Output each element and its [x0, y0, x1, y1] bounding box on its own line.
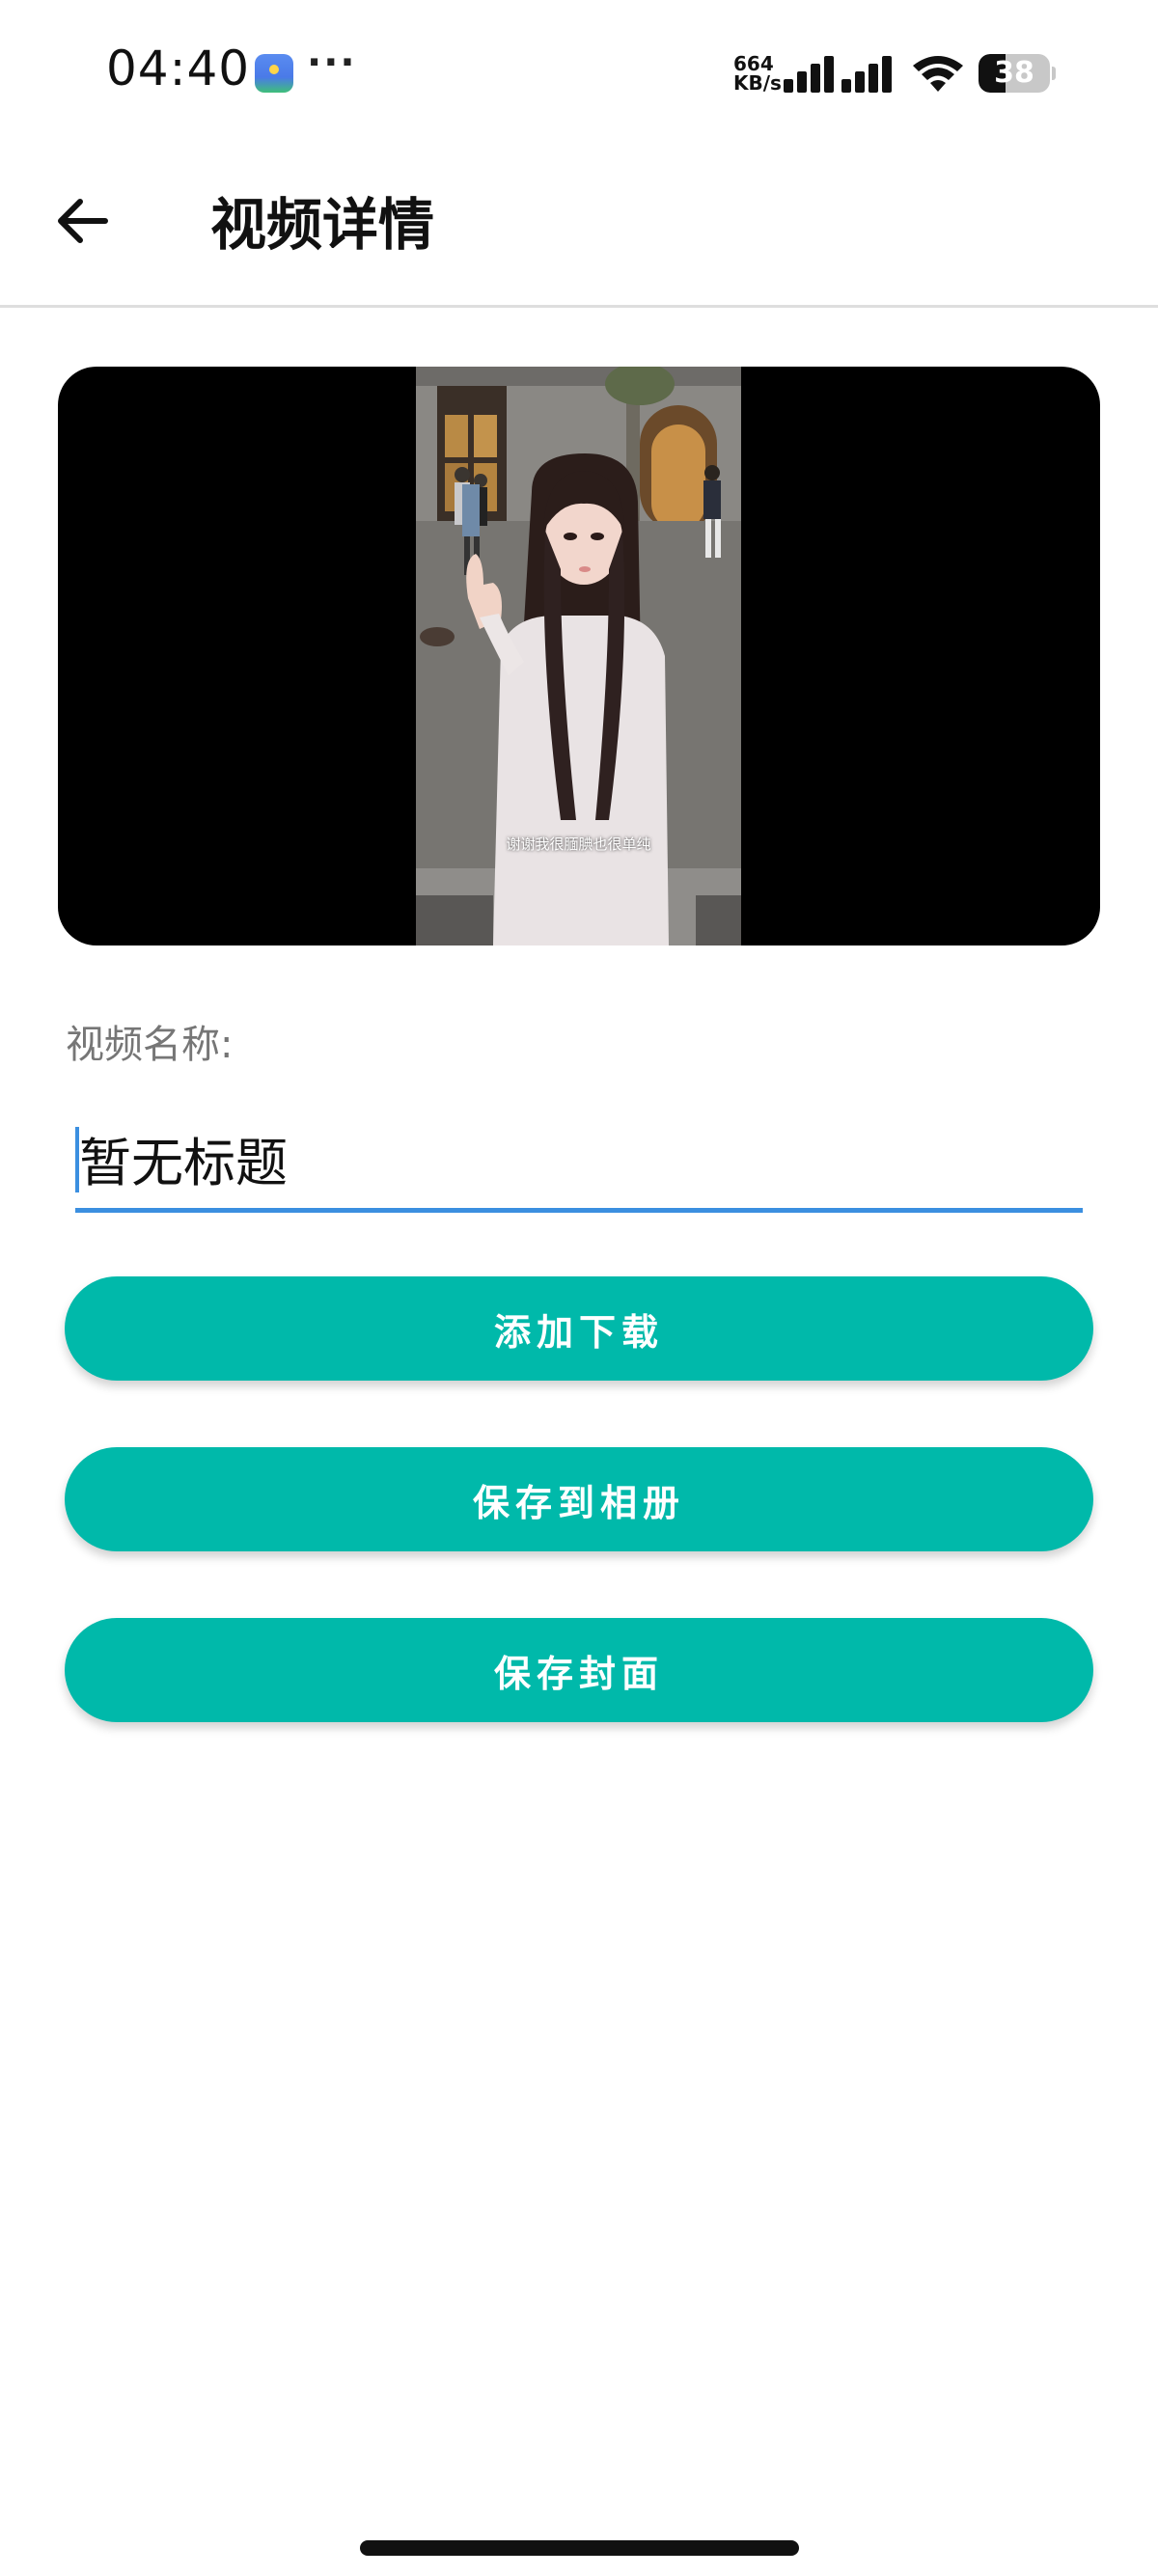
signal-icon — [784, 56, 845, 93]
video-scene-image — [416, 367, 741, 945]
video-subtitle: 谢谢我很腼腆也很单纯 — [506, 836, 651, 853]
video-name-label: 视频名称: — [66, 1023, 234, 1067]
save-cover-button[interactable]: 保存封面 — [65, 1618, 1093, 1722]
video-title-input[interactable] — [79, 1110, 1073, 1206]
arrow-left-icon — [58, 199, 108, 243]
wifi-icon — [913, 56, 963, 92]
more-notifications-icon: ··· — [307, 41, 357, 85]
battery-icon: 38 — [979, 54, 1050, 93]
video-player[interactable]: 谢谢我很腼腆也很单纯 — [58, 367, 1100, 945]
network-speed: 664 KB/s — [733, 54, 782, 93]
app-bar: 视频详情 — [0, 145, 1158, 308]
battery-tip — [1052, 67, 1056, 80]
page-title: 视频详情 — [210, 192, 435, 258]
signal-icon-secondary — [841, 56, 903, 93]
home-indicator[interactable] — [360, 2540, 799, 2556]
network-speed-unit: KB/s — [733, 71, 782, 95]
add-download-button[interactable]: 添加下载 — [65, 1276, 1093, 1381]
status-time: 04:40 — [106, 41, 251, 96]
app-notification-icon — [255, 54, 293, 93]
save-to-album-button[interactable]: 保存到相册 — [65, 1447, 1093, 1551]
video-thumbnail: 谢谢我很腼腆也很单纯 — [416, 367, 741, 945]
battery-level: 38 — [994, 56, 1034, 90]
status-bar: 04:40 ··· 664 KB/s 38 — [0, 0, 1158, 145]
network-speed-value: 664 — [733, 52, 774, 75]
video-title-field[interactable] — [75, 1110, 1083, 1213]
back-button[interactable] — [39, 178, 125, 264]
